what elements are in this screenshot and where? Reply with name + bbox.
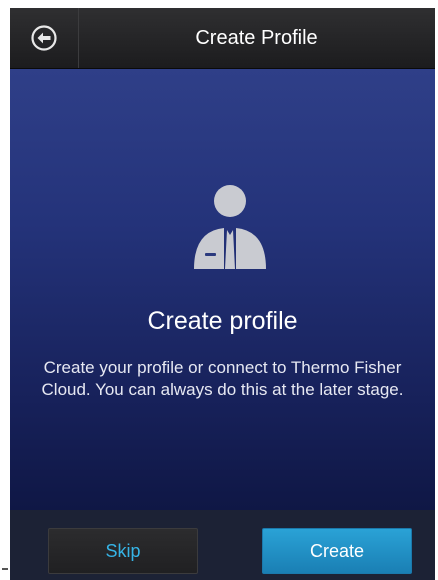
skip-button[interactable]: Skip: [48, 528, 198, 574]
page-title: Create Profile: [195, 27, 318, 49]
back-arrow-icon: [31, 25, 57, 51]
content-description: Create your profile or connect to Thermo…: [41, 358, 404, 399]
app-screen: Create Profile Create profile Create you…: [10, 8, 435, 580]
back-button[interactable]: [10, 8, 79, 68]
frame-edge-mark: [2, 568, 8, 570]
create-profile-panel: Create profile Create your profile or co…: [10, 69, 435, 510]
app-header: Create Profile: [10, 8, 435, 69]
action-bar: Skip Create: [10, 510, 435, 580]
user-profile-icon: [194, 185, 266, 269]
create-button[interactable]: Create: [262, 528, 412, 574]
content-heading: Create profile: [147, 307, 298, 335]
